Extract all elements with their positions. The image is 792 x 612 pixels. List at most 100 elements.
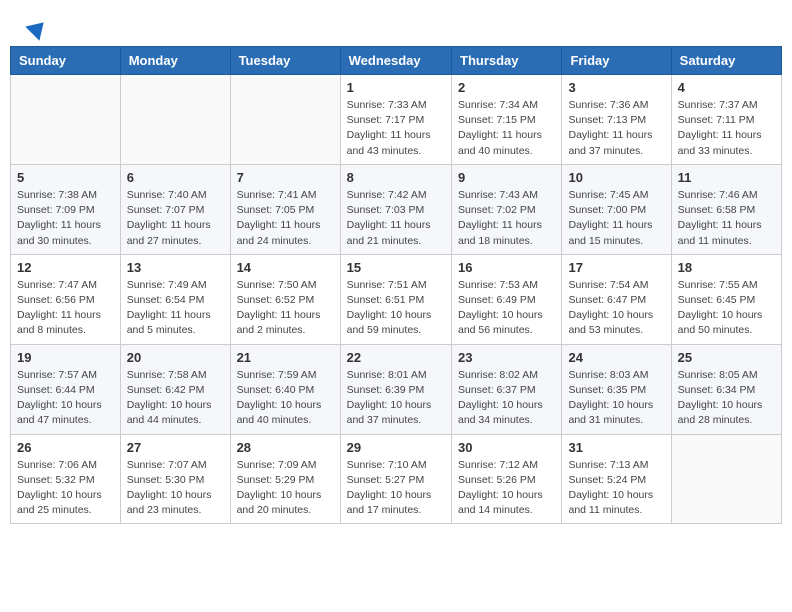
day-number: 23: [458, 350, 555, 365]
calendar-cell: 19 Sunrise: 7:57 AM Sunset: 6:44 PM Dayli…: [11, 344, 121, 434]
day-number: 14: [237, 260, 334, 275]
day-number: 22: [347, 350, 445, 365]
calendar-week-row: 26Sunrise: 7:06 AM Sunset: 5:32 PM Dayli…: [11, 434, 782, 524]
day-number: 7: [237, 170, 334, 185]
day-info: Sunrise: 7:59 AM Sunset: 6:40 PM Dayligh…: [237, 368, 334, 429]
day-number: 9: [458, 170, 555, 185]
calendar-cell: 14 Sunrise: 7:50 AM Sunset: 6:52 PM Dayli…: [230, 254, 340, 344]
day-number: 17: [568, 260, 664, 275]
calendar-cell: 17 Sunrise: 7:54 AM Sunset: 6:47 PM Dayli…: [562, 254, 671, 344]
day-number: 10: [568, 170, 664, 185]
calendar-cell: [11, 75, 121, 165]
day-number: 13: [127, 260, 224, 275]
day-number: 20: [127, 350, 224, 365]
day-info: Sunrise: 7:42 AM Sunset: 7:03 PM Dayligh…: [347, 188, 445, 249]
column-header-wednesday: Wednesday: [340, 47, 451, 75]
day-number: 16: [458, 260, 555, 275]
day-number: 18: [678, 260, 775, 275]
calendar-cell: 7 Sunrise: 7:41 AM Sunset: 7:05 PM Daylig…: [230, 164, 340, 254]
calendar-cell: 25 Sunrise: 8:05 AM Sunset: 6:34 PM Dayli…: [671, 344, 781, 434]
day-number: 12: [17, 260, 114, 275]
calendar-cell: 12Sunrise: 7:47 AM Sunset: 6:56 PM Dayli…: [11, 254, 121, 344]
calendar-cell: 20 Sunrise: 7:58 AM Sunset: 6:42 PM Dayli…: [120, 344, 230, 434]
column-header-friday: Friday: [562, 47, 671, 75]
calendar-cell: 31 Sunrise: 7:13 AM Sunset: 5:24 PM Dayli…: [562, 434, 671, 524]
calendar-week-row: 19 Sunrise: 7:57 AM Sunset: 6:44 PM Dayli…: [11, 344, 782, 434]
calendar-cell: 21 Sunrise: 7:59 AM Sunset: 6:40 PM Dayli…: [230, 344, 340, 434]
day-info: Sunrise: 7:13 AM Sunset: 5:24 PM Dayligh…: [568, 458, 664, 519]
day-info: Sunrise: 7:57 AM Sunset: 6:44 PM Dayligh…: [17, 368, 114, 429]
day-info: Sunrise: 7:41 AM Sunset: 7:05 PM Dayligh…: [237, 188, 334, 249]
calendar-cell: 27 Sunrise: 7:07 AM Sunset: 5:30 PM Dayli…: [120, 434, 230, 524]
day-number: 3: [568, 80, 664, 95]
day-info: Sunrise: 7:07 AM Sunset: 5:30 PM Dayligh…: [127, 458, 224, 519]
day-number: 29: [347, 440, 445, 455]
day-info: Sunrise: 7:37 AM Sunset: 7:11 PM Dayligh…: [678, 98, 775, 159]
day-info: Sunrise: 7:34 AM Sunset: 7:15 PM Dayligh…: [458, 98, 555, 159]
day-number: 30: [458, 440, 555, 455]
logo-icon: [25, 15, 50, 40]
calendar-cell: [671, 434, 781, 524]
day-number: 25: [678, 350, 775, 365]
day-info: Sunrise: 7:55 AM Sunset: 6:45 PM Dayligh…: [678, 278, 775, 339]
calendar-cell: 13 Sunrise: 7:49 AM Sunset: 6:54 PM Dayli…: [120, 254, 230, 344]
column-header-monday: Monday: [120, 47, 230, 75]
page-header: [10, 10, 782, 41]
day-info: Sunrise: 7:46 AM Sunset: 6:58 PM Dayligh…: [678, 188, 775, 249]
calendar-cell: 4 Sunrise: 7:37 AM Sunset: 7:11 PM Daylig…: [671, 75, 781, 165]
calendar-week-row: 5 Sunrise: 7:38 AM Sunset: 7:09 PM Daylig…: [11, 164, 782, 254]
day-number: 15: [347, 260, 445, 275]
day-number: 8: [347, 170, 445, 185]
day-number: 4: [678, 80, 775, 95]
column-header-saturday: Saturday: [671, 47, 781, 75]
calendar-table: SundayMondayTuesdayWednesdayThursdayFrid…: [10, 46, 782, 524]
calendar-cell: 9Sunrise: 7:43 AM Sunset: 7:02 PM Daylig…: [452, 164, 562, 254]
calendar-header-row: SundayMondayTuesdayWednesdayThursdayFrid…: [11, 47, 782, 75]
logo: [25, 20, 48, 36]
calendar-cell: 18 Sunrise: 7:55 AM Sunset: 6:45 PM Dayli…: [671, 254, 781, 344]
day-number: 27: [127, 440, 224, 455]
calendar-cell: 11 Sunrise: 7:46 AM Sunset: 6:58 PM Dayli…: [671, 164, 781, 254]
day-number: 11: [678, 170, 775, 185]
day-info: Sunrise: 7:09 AM Sunset: 5:29 PM Dayligh…: [237, 458, 334, 519]
day-info: Sunrise: 7:58 AM Sunset: 6:42 PM Dayligh…: [127, 368, 224, 429]
day-info: Sunrise: 7:38 AM Sunset: 7:09 PM Dayligh…: [17, 188, 114, 249]
day-number: 21: [237, 350, 334, 365]
day-info: Sunrise: 7:54 AM Sunset: 6:47 PM Dayligh…: [568, 278, 664, 339]
day-info: Sunrise: 7:36 AM Sunset: 7:13 PM Dayligh…: [568, 98, 664, 159]
calendar-cell: 8 Sunrise: 7:42 AM Sunset: 7:03 PM Daylig…: [340, 164, 451, 254]
calendar-cell: [120, 75, 230, 165]
calendar-cell: 1 Sunrise: 7:33 AM Sunset: 7:17 PM Daylig…: [340, 75, 451, 165]
calendar-cell: 10Sunrise: 7:45 AM Sunset: 7:00 PM Dayli…: [562, 164, 671, 254]
day-info: Sunrise: 7:33 AM Sunset: 7:17 PM Dayligh…: [347, 98, 445, 159]
calendar-cell: 24 Sunrise: 8:03 AM Sunset: 6:35 PM Dayli…: [562, 344, 671, 434]
day-info: Sunrise: 7:49 AM Sunset: 6:54 PM Dayligh…: [127, 278, 224, 339]
calendar-cell: 16Sunrise: 7:53 AM Sunset: 6:49 PM Dayli…: [452, 254, 562, 344]
day-info: Sunrise: 8:03 AM Sunset: 6:35 PM Dayligh…: [568, 368, 664, 429]
calendar-cell: 28Sunrise: 7:09 AM Sunset: 5:29 PM Dayli…: [230, 434, 340, 524]
day-info: Sunrise: 7:50 AM Sunset: 6:52 PM Dayligh…: [237, 278, 334, 339]
day-number: 2: [458, 80, 555, 95]
day-info: Sunrise: 8:05 AM Sunset: 6:34 PM Dayligh…: [678, 368, 775, 429]
day-info: Sunrise: 7:06 AM Sunset: 5:32 PM Dayligh…: [17, 458, 114, 519]
calendar-cell: 30Sunrise: 7:12 AM Sunset: 5:26 PM Dayli…: [452, 434, 562, 524]
day-number: 1: [347, 80, 445, 95]
day-info: Sunrise: 7:10 AM Sunset: 5:27 PM Dayligh…: [347, 458, 445, 519]
day-number: 31: [568, 440, 664, 455]
day-info: Sunrise: 7:40 AM Sunset: 7:07 PM Dayligh…: [127, 188, 224, 249]
calendar-cell: 15 Sunrise: 7:51 AM Sunset: 6:51 PM Dayli…: [340, 254, 451, 344]
calendar-cell: 29 Sunrise: 7:10 AM Sunset: 5:27 PM Dayli…: [340, 434, 451, 524]
day-number: 24: [568, 350, 664, 365]
calendar-cell: 6Sunrise: 7:40 AM Sunset: 7:07 PM Daylig…: [120, 164, 230, 254]
calendar-cell: 5 Sunrise: 7:38 AM Sunset: 7:09 PM Daylig…: [11, 164, 121, 254]
column-header-tuesday: Tuesday: [230, 47, 340, 75]
calendar-cell: 2 Sunrise: 7:34 AM Sunset: 7:15 PM Daylig…: [452, 75, 562, 165]
day-info: Sunrise: 7:51 AM Sunset: 6:51 PM Dayligh…: [347, 278, 445, 339]
calendar-cell: 22 Sunrise: 8:01 AM Sunset: 6:39 PM Dayli…: [340, 344, 451, 434]
calendar-week-row: 12Sunrise: 7:47 AM Sunset: 6:56 PM Dayli…: [11, 254, 782, 344]
day-info: Sunrise: 8:02 AM Sunset: 6:37 PM Dayligh…: [458, 368, 555, 429]
calendar-cell: 23 Sunrise: 8:02 AM Sunset: 6:37 PM Dayli…: [452, 344, 562, 434]
day-number: 5: [17, 170, 114, 185]
day-number: 19: [17, 350, 114, 365]
day-info: Sunrise: 8:01 AM Sunset: 6:39 PM Dayligh…: [347, 368, 445, 429]
